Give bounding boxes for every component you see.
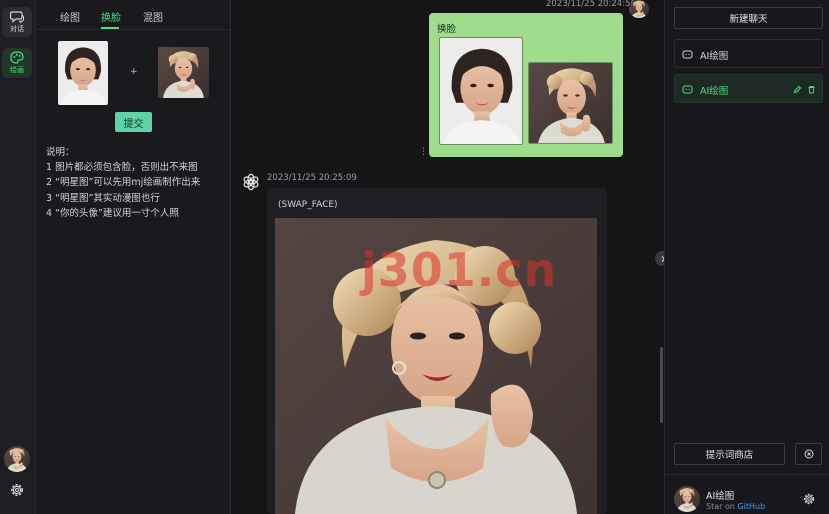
instruction-item: 3 “明星图”其实动漫图也行: [46, 192, 160, 204]
tab-draw[interactable]: 绘图: [60, 9, 80, 24]
history-item-label: AI绘图: [700, 86, 729, 97]
bot-message-timestamp: 2023/11/25 20:25:09: [267, 173, 357, 183]
result-image[interactable]: j301.cn: [275, 218, 597, 514]
history-item[interactable]: AI绘图: [674, 39, 823, 68]
circle-x-icon: [804, 449, 813, 459]
user-star-image[interactable]: [528, 62, 613, 144]
instruction-item: 2 “明星图”可以先用mj绘画制作出来: [46, 177, 201, 189]
gear-icon[interactable]: [9, 482, 25, 498]
chat-bubble-icon: [682, 85, 693, 94]
user-message-bubble: 换脸: [429, 13, 623, 157]
draw-tabs: 绘图 换脸 混图: [36, 0, 231, 30]
avatar: [674, 486, 700, 512]
app-rail: 对话 绘画: [0, 0, 36, 514]
prompt-store-button[interactable]: 提示词商店: [674, 443, 785, 465]
gear-icon[interactable]: [802, 492, 816, 506]
avatar[interactable]: [4, 446, 30, 472]
history-sidebar: 新建聊天 AI绘图 AI绘图 提示词商店 AI绘图 Star on GitHub: [664, 0, 829, 514]
divider: [665, 474, 829, 475]
rail-chat-button[interactable]: 对话: [2, 7, 32, 37]
history-item-active[interactable]: AI绘图: [674, 74, 823, 103]
palette-icon: [10, 51, 24, 64]
app-name: AI绘图: [706, 491, 735, 502]
chat-scrollbar[interactable]: [660, 347, 663, 423]
draw-panel: 绘图 换脸 混图 + 提交 说明： 1 图片都必须包含脸，否则出不来图 2 “明…: [36, 0, 231, 514]
instructions-heading: 说明：: [46, 147, 75, 158]
plus-sign: +: [130, 67, 138, 77]
chat-bubble-icon: [10, 10, 24, 23]
openai-logo-icon: [243, 173, 259, 191]
watermark: j301.cn: [361, 243, 558, 297]
bot-command-text: (SWAP_FACE): [278, 200, 338, 210]
new-chat-button[interactable]: 新建聊天: [674, 7, 823, 29]
tab-blend[interactable]: 混图: [143, 9, 163, 24]
user-face-image[interactable]: [439, 37, 523, 145]
active-tab-indicator: [101, 27, 119, 29]
clear-history-button[interactable]: [795, 443, 822, 465]
bot-message-bubble: (SWAP_FACE) j301.cn: [267, 188, 607, 514]
your-photo-upload[interactable]: [58, 41, 108, 105]
user-message-title: 换脸: [437, 24, 457, 35]
star-photo-upload[interactable]: [158, 47, 209, 98]
star-prefix: Star on: [706, 502, 738, 511]
history-item-label: AI绘图: [700, 51, 729, 62]
rail-draw-label: 绘画: [10, 66, 24, 74]
trash-icon[interactable]: [807, 85, 816, 94]
rail-draw-button[interactable]: 绘画: [2, 48, 32, 78]
github-link[interactable]: GitHub: [737, 502, 765, 511]
chat-area: 2023/11/25 20:24:56 换脸 ⋮ 2023/11/25 20:2…: [231, 0, 670, 514]
user-message-timestamp: 2023/11/25 20:24:56: [546, 0, 636, 9]
submit-button[interactable]: 提交: [115, 112, 152, 132]
pencil-icon[interactable]: [793, 85, 802, 94]
instruction-item: 4 “你的头像”建议用一寸个人照: [46, 207, 179, 219]
message-more-button[interactable]: ⋮: [419, 147, 428, 157]
user-avatar: [629, 0, 649, 18]
github-star-text: Star on GitHub: [706, 502, 765, 511]
chat-bubble-icon: [682, 50, 693, 59]
tab-face-swap[interactable]: 换脸: [101, 9, 121, 24]
instruction-item: 1 图片都必须包含脸，否则出不来图: [46, 162, 198, 174]
rail-chat-label: 对话: [10, 24, 24, 33]
instructions: 说明： 1 图片都必须包含脸，否则出不来图 2 “明星图”可以先用mj绘画制作出…: [46, 145, 200, 221]
